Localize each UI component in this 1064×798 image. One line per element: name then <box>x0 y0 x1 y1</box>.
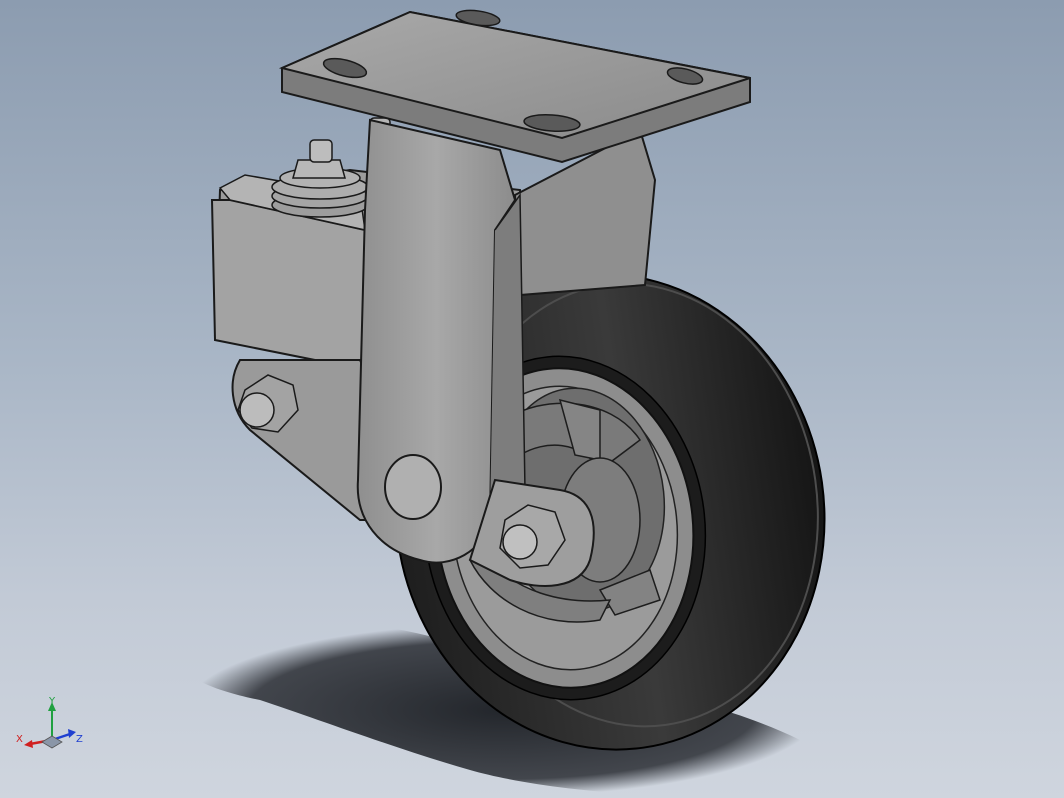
axle-bolt-head <box>502 524 538 560</box>
triad-x-arrow <box>24 740 33 748</box>
triad-z-label: Z <box>76 734 83 745</box>
axis-triad[interactable]: X Y Z <box>12 696 88 760</box>
caster-3d-model[interactable] <box>0 0 1064 798</box>
fork-edge <box>489 192 526 521</box>
triad-x-label: X <box>16 734 23 745</box>
fork-axle-cap <box>384 454 442 520</box>
triad-y-label: Y <box>48 696 56 707</box>
triad-z-arrow <box>68 729 76 738</box>
cad-viewport[interactable]: X Y Z <box>0 0 1064 798</box>
top-mounting-plate[interactable] <box>278 8 751 164</box>
spring-bolt <box>309 139 333 163</box>
pivot-bolt-head <box>239 392 275 428</box>
